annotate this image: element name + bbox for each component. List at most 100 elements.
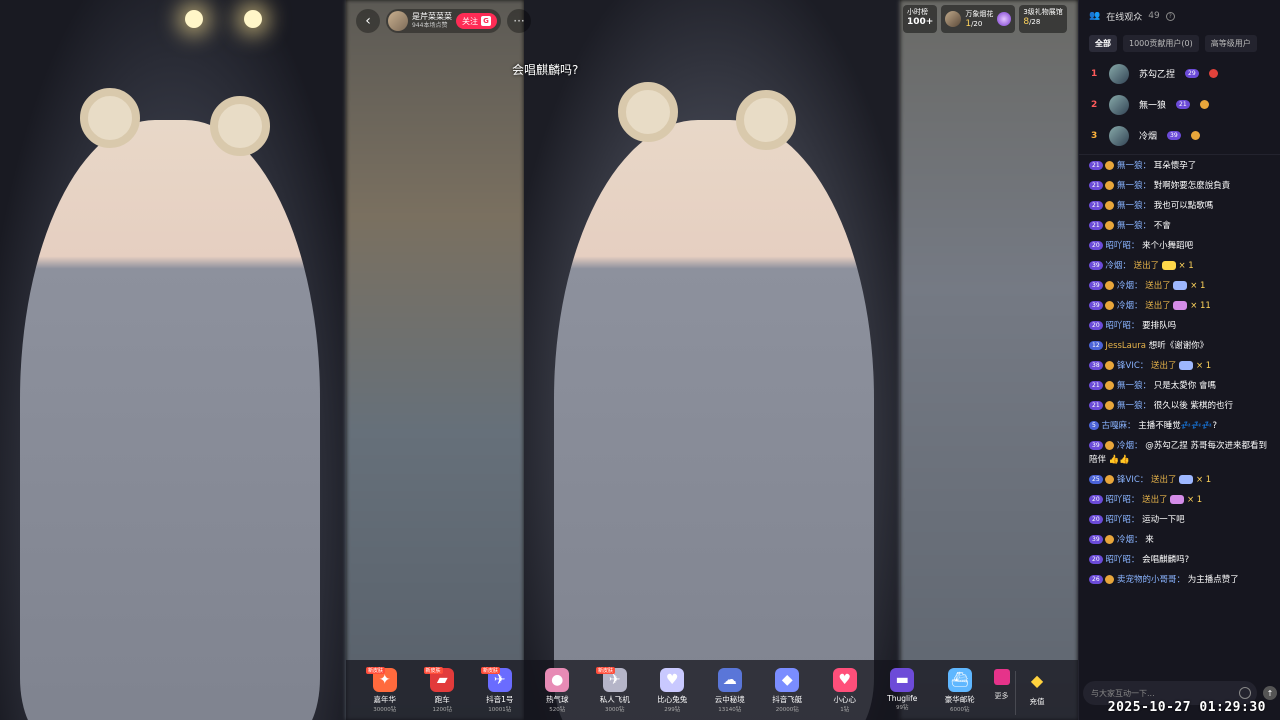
chat-message[interactable]: 26 卖宠物的小哥哥： 为主播点赞了 <box>1089 573 1275 587</box>
chat-user-name: 無一狼： <box>1117 181 1152 191</box>
hourly-rank-badge[interactable]: 小时榜 100+ <box>903 5 938 33</box>
fan-club-icon <box>1105 281 1115 290</box>
gift-name: 私人飞机 <box>599 695 630 704</box>
chat-message[interactable]: 5 古嘎麻： 主播不睡觉💤💤💤? <box>1089 419 1275 433</box>
chat-message[interactable]: 21 無一狼： 對啊妳要怎麼說負責 <box>1089 179 1275 193</box>
chat-feed[interactable]: 21 無一狼： 耳朵懷孕了 21 無一狼： 對啊妳要怎麼說負責 21 無一狼： 我也… <box>1079 154 1280 674</box>
more-gifts-button[interactable]: 更多 <box>989 669 1015 701</box>
chat-text: 我也可以點歌嗎 <box>1153 201 1214 211</box>
gift-icon: ▬ <box>890 668 915 692</box>
chat-user-name: 無一狼： <box>1117 201 1152 211</box>
chat-message[interactable]: 21 無一狼： 耳朵懷孕了 <box>1089 159 1275 173</box>
top-user-row[interactable]: 1 苏勾乙捏 29 <box>1079 58 1280 89</box>
level-badge: 39 <box>1089 441 1103 450</box>
top-user-row[interactable]: 3 冷烟 39 <box>1079 120 1280 151</box>
level-badge: 39 <box>1089 301 1103 310</box>
level-badge: 38 <box>1089 361 1103 370</box>
chat-text: 只是太愛你 會嗎 <box>1153 381 1216 391</box>
gift-item[interactable]: ✈ 新皮肤 私人飞机 3000钻 <box>586 663 644 713</box>
gift-sent-text: 送出了 <box>1142 495 1168 505</box>
level-badge: 21 <box>1089 401 1103 410</box>
gift-gallery-badge[interactable]: 3级礼物展馆 8/28 <box>1019 5 1067 33</box>
back-button[interactable]: ‹ <box>356 9 380 33</box>
level-badge: 39 <box>1089 261 1103 270</box>
gift-sent-text: 送出了 <box>1145 281 1171 291</box>
gift-item[interactable]: ✦ 新皮肤 嘉年华 30000钻 <box>356 663 414 713</box>
viewer-count: 49 <box>1148 11 1160 21</box>
gift-item[interactable]: ● 热气球 520钻 <box>529 663 587 713</box>
host-name: 是芹菜菜菜 <box>412 12 452 21</box>
gift-name: 比心兔兔 <box>657 695 688 704</box>
recharge-button[interactable]: ◆ 充值 <box>1014 671 1059 715</box>
gift-name: 小心心 <box>833 695 857 704</box>
chat-message[interactable]: 21 無一狼： 只是太愛你 會嗎 <box>1089 379 1275 393</box>
gift-item[interactable]: ♥ 比心兔兔 299钻 <box>644 663 702 713</box>
chat-message[interactable]: 20 昭吖昭： 运动一下吧 <box>1089 513 1275 527</box>
top-user-row[interactable]: 2 無一狼 21 <box>1079 89 1280 120</box>
chat-message[interactable]: 21 無一狼： 不會 <box>1089 219 1275 233</box>
gift-name: 抖音1号 <box>486 695 514 704</box>
emoji-icon[interactable] <box>1239 687 1251 699</box>
help-icon[interactable]: ? <box>1165 11 1175 21</box>
chat-message[interactable]: 38 锋VIC： 送出了 × 1 <box>1089 359 1275 373</box>
gift-item[interactable]: ◆ 抖音飞艇 20000钻 <box>759 663 817 713</box>
top-users-list: 1 苏勾乙捏 29 2 無一狼 21 3 冷烟 39 <box>1079 54 1280 151</box>
send-button[interactable]: ↑ <box>1263 686 1277 700</box>
chat-user-name: 锋VIC： <box>1117 475 1149 485</box>
chat-user-name: 冷烟： <box>1117 301 1143 311</box>
chat-message[interactable]: 12 JessLaura 想听《谢谢你》 <box>1089 339 1275 353</box>
gift-price: 520钻 <box>549 707 566 713</box>
tab-high-level[interactable]: 高等级用户 <box>1204 34 1257 52</box>
avatar <box>1109 125 1129 146</box>
gift-item[interactable]: ▰ 新皮肤 跑车 1200钻 <box>414 663 472 713</box>
chat-message[interactable]: 20 昭吖昭： 会唱麒麟吗? <box>1089 553 1275 567</box>
gift-count: × 1 <box>1186 495 1203 505</box>
follow-button[interactable]: 关注 G <box>456 13 497 29</box>
chat-user-name: 冷烟： <box>1117 441 1143 451</box>
fan-club-icon <box>1105 361 1115 370</box>
chat-message[interactable]: 39 冷烟： 来 <box>1089 533 1275 547</box>
chat-message[interactable]: 39 冷烟： 送出了 × 11 <box>1089 299 1275 313</box>
gift-icon <box>1170 495 1185 504</box>
fan-club-icon <box>1105 381 1115 390</box>
fan-club-icon <box>1105 221 1115 230</box>
chat-user-name: 古嘎麻： <box>1101 421 1136 431</box>
host-avatar[interactable] <box>388 11 408 31</box>
gift-item[interactable]: ✈ 新皮肤 抖音1号 10001钻 <box>471 663 529 713</box>
gift-count: × 11 <box>1190 301 1211 311</box>
tab-contributors[interactable]: 1000贡献用户(0) <box>1123 34 1199 52</box>
chat-message[interactable]: 21 無一狼： 我也可以點歌嗎 <box>1089 199 1275 213</box>
chat-message[interactable]: 39 冷烟： 送出了 × 1 <box>1089 279 1275 293</box>
gift-item[interactable]: ⛴ 豪华邮轮 6000钻 <box>931 663 989 713</box>
chat-text: 不會 <box>1153 221 1171 231</box>
gift-item[interactable]: ☁ 云中秘境 13140钻 <box>701 663 759 713</box>
level-badge: 21 <box>1089 201 1103 210</box>
chat-text: 为主播点赞了 <box>1187 575 1239 585</box>
fan-club-icon <box>1105 161 1115 170</box>
chat-message[interactable]: 20 昭吖昭： 送出了 × 1 <box>1089 493 1275 507</box>
level-badge: 20 <box>1089 515 1103 524</box>
chat-message[interactable]: 39 冷烟： @苏勾乙捏 苏哥每次进来都看到陪伴 👍👍 <box>1089 439 1275 467</box>
fan-club-icon <box>1105 535 1115 544</box>
chat-message[interactable]: 25 锋VIC： 送出了 × 1 <box>1089 473 1275 487</box>
more-button[interactable]: ··· <box>507 9 531 33</box>
rank-number: 2 <box>1091 99 1098 110</box>
gift-item[interactable]: ♥ 小心心 1钻 <box>816 663 874 713</box>
fireworks-badge[interactable]: 万象烟花 1/20 <box>941 5 1016 33</box>
gift-count: × 1 <box>1190 281 1206 291</box>
host-info[interactable]: 是芹菜菜菜 944本场点赞 关注 G <box>386 9 501 33</box>
chat-text: 很久以後 紫棋的也行 <box>1153 401 1233 411</box>
gift-item[interactable]: ▬ Thuglife 99钻 <box>874 663 932 711</box>
chat-user-name: 冷烟： <box>1117 281 1143 291</box>
gift-count: × 1 <box>1195 475 1212 485</box>
video-stage <box>0 0 1078 720</box>
chat-message[interactable]: 20 昭吖昭： 来个小舞蹈吧 <box>1089 239 1275 253</box>
chat-message[interactable]: 21 無一狼： 很久以後 紫棋的也行 <box>1089 399 1275 413</box>
chat-text: 要排队吗 <box>1142 321 1177 331</box>
chat-text: 耳朵懷孕了 <box>1153 161 1197 171</box>
level-badge: 29 <box>1185 69 1199 78</box>
chat-message[interactable]: 39 冷烟： 送出了 × 1 <box>1089 259 1275 273</box>
tab-all[interactable]: 全部 <box>1089 34 1117 52</box>
fan-club-icon <box>1199 100 1209 109</box>
chat-message[interactable]: 20 昭吖昭： 要排队吗 <box>1089 319 1275 333</box>
